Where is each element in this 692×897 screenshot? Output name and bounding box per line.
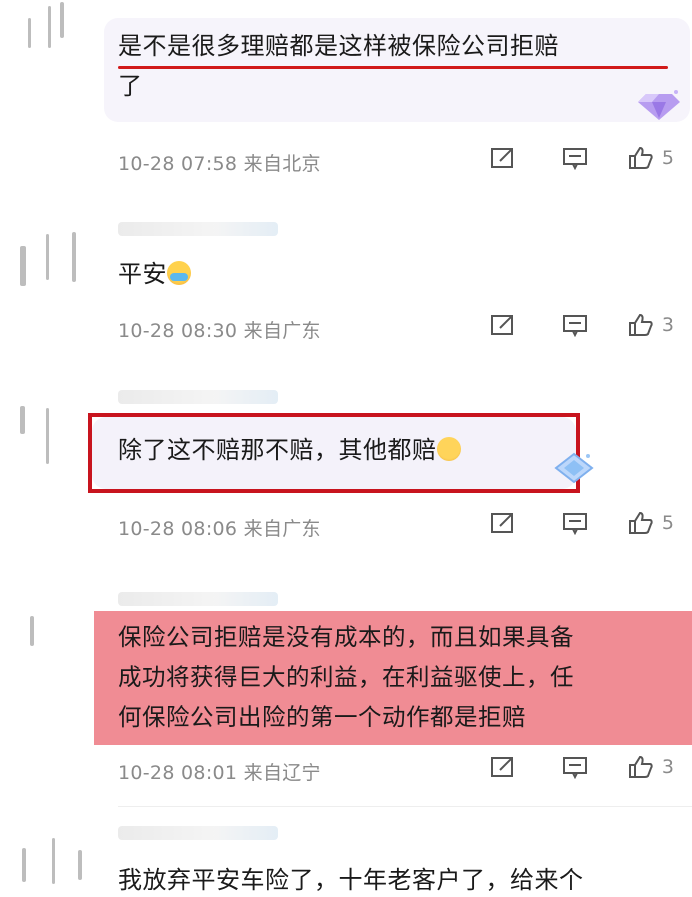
share-icon[interactable] [490,755,516,779]
comment-meta: 10-28 07:58 来自北京 [118,153,321,175]
thumbs-up-icon [628,511,653,534]
avatar[interactable] [16,398,96,468]
smirk-cat-emoji-icon [436,437,461,461]
username[interactable] [118,390,278,404]
comment-2: 平安 10-28 08:30 来自广东 3 [0,200,692,370]
diamond-badge-icon [638,90,680,120]
like-count: 5 [661,512,674,534]
comment-actions: 5 [490,511,674,535]
comment-actions: 5 [490,146,674,170]
comment-text: 平安 [118,254,191,294]
share-icon[interactable] [490,511,516,535]
avatar[interactable] [16,222,96,292]
like-count: 3 [661,314,674,336]
username[interactable] [118,592,278,606]
comment-actions: 3 [490,313,674,337]
diamond-badge-icon [554,452,594,484]
divider [118,806,692,807]
comment-icon[interactable] [562,755,588,779]
share-icon[interactable] [490,313,516,337]
comment-actions: 3 [490,755,674,779]
comment-text: 我放弃平安车险了，十年老客户了，给来个 [118,866,584,894]
comment-icon[interactable] [562,313,588,337]
like-button[interactable]: 3 [628,755,674,779]
comment-meta: 10-28 08:30 来自广东 [118,320,321,342]
avatar[interactable] [16,598,96,668]
red-underline [118,66,668,69]
username[interactable] [118,826,278,840]
comment-icon[interactable] [562,511,588,535]
crying-emoji-icon [167,261,191,285]
share-icon[interactable] [490,146,516,170]
like-button[interactable]: 5 [628,146,674,170]
thumbs-up-icon [628,755,653,778]
comment-text: 保险公司拒赔是没有成本的，而且如果具备 成功将获得巨大的利益，在利益驱使上，任 … [118,623,574,731]
username[interactable] [118,222,278,236]
comment-meta: 10-28 08:06 来自广东 [118,518,321,540]
comment-text: 除了这不赔那不赔，其他都赔 [118,430,461,470]
comment-meta: 10-28 08:01 来自辽宁 [118,762,321,784]
avatar[interactable] [16,0,96,70]
like-count: 3 [661,756,674,778]
like-button[interactable]: 3 [628,313,674,337]
comment-1: 是不是很多理赔都是这样被保险公司拒赔 了 10-28 07:58 来自北京 5 [0,0,692,200]
thumbs-up-icon [628,146,653,169]
thumbs-up-icon [628,313,653,336]
like-count: 5 [661,147,674,169]
avatar[interactable] [16,830,96,897]
like-button[interactable]: 5 [628,511,674,535]
comment-icon[interactable] [562,146,588,170]
